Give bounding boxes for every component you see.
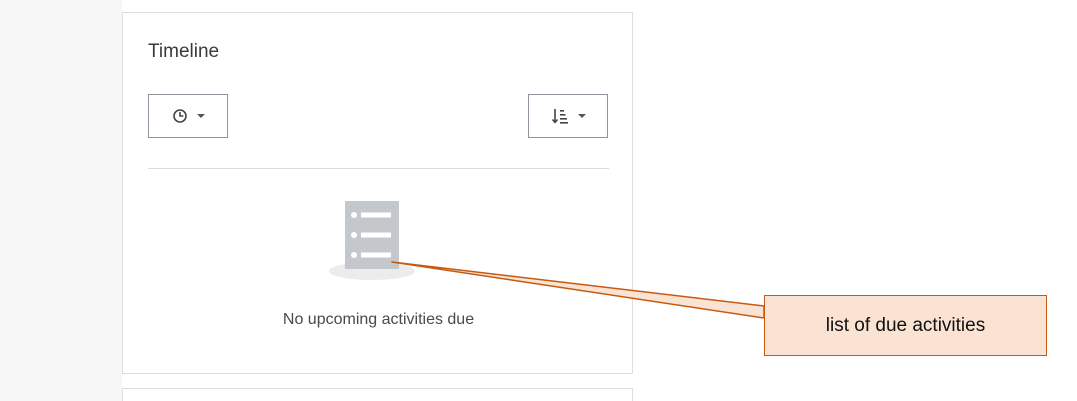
list-icon xyxy=(329,201,415,280)
page: Timeline No upcoming activities due list… xyxy=(0,0,1077,401)
next-block xyxy=(122,388,633,401)
chevron-down-icon xyxy=(196,114,205,118)
callout-label: list of due activities xyxy=(764,295,1047,356)
empty-state-message: No upcoming activities due xyxy=(282,311,475,328)
timeline-sort-button[interactable] xyxy=(528,94,608,138)
timeline-title: Timeline xyxy=(148,41,220,62)
timeline-divider xyxy=(148,168,609,169)
chevron-down-icon xyxy=(577,114,586,118)
sort-amount-icon xyxy=(551,109,568,124)
page-background-strip xyxy=(0,0,122,401)
timeline-block: Timeline No upcoming activities due xyxy=(122,12,633,374)
clock-icon xyxy=(172,109,187,123)
timeline-filter-button[interactable] xyxy=(148,94,228,138)
